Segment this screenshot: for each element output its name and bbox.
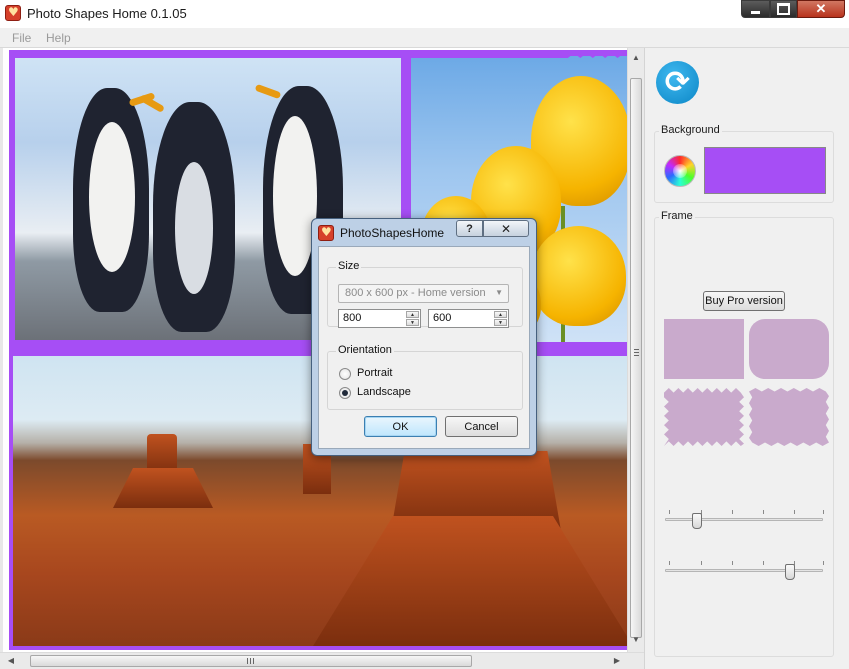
close-button[interactable]: ✕ <box>797 0 845 18</box>
scroll-down-arrow-icon[interactable]: ▼ <box>628 632 644 648</box>
refresh-icon[interactable]: ⟳ <box>656 61 699 104</box>
dialog-title: PhotoShapesHome <box>340 226 445 240</box>
frame-shape-wavy[interactable] <box>749 388 829 446</box>
slider-thumb-1[interactable] <box>692 513 702 529</box>
spin-down-icon[interactable]: ▼ <box>494 319 507 326</box>
size-preset-value: 800 x 600 px - Home version <box>345 287 486 299</box>
chevron-down-icon: ▼ <box>495 288 503 297</box>
width-input[interactable]: 800 ▲ ▼ <box>338 309 421 328</box>
right-panel: ⟳ Background Frame Buy Pro version <box>644 48 849 669</box>
portrait-radio[interactable] <box>339 368 351 380</box>
dialog-help-button[interactable]: ? <box>456 220 483 237</box>
title-bar: Photo Shapes Home 0.1.05 ✕ <box>0 0 849 28</box>
spin-down-icon[interactable]: ▼ <box>406 319 419 326</box>
frame-shape-rectangle[interactable] <box>664 319 744 379</box>
vertical-scroll-thumb[interactable] <box>630 78 642 638</box>
height-input[interactable]: 600 ▲ ▼ <box>428 309 509 328</box>
vertical-scrollbar[interactable]: ▲ ▼ <box>627 48 644 652</box>
width-value: 800 <box>343 312 362 324</box>
minimize-button[interactable] <box>741 0 770 18</box>
app-heart-icon <box>318 225 334 241</box>
app-heart-icon[interactable] <box>5 5 21 21</box>
window-title: Photo Shapes Home 0.1.05 <box>27 6 187 21</box>
menu-bar: File Help <box>0 28 849 48</box>
scroll-left-arrow-icon[interactable]: ◀ <box>3 653 19 669</box>
menu-file[interactable]: File <box>12 31 31 45</box>
portrait-label[interactable]: Portrait <box>357 367 392 379</box>
color-wheel-icon[interactable] <box>664 155 696 187</box>
frame-label: Frame <box>659 210 695 222</box>
background-color-swatch[interactable] <box>704 147 826 194</box>
butte-shape <box>313 516 630 646</box>
background-label: Background <box>659 124 722 136</box>
dialog-body: Size 800 x 600 px - Home version ▼ 800 ▲… <box>318 246 530 449</box>
menu-help[interactable]: Help <box>46 31 71 45</box>
frame-shape-zigzag[interactable] <box>664 388 744 446</box>
height-value: 600 <box>433 312 452 324</box>
cancel-button[interactable]: Cancel <box>445 416 518 437</box>
slider-track-1[interactable] <box>665 518 823 521</box>
spin-up-icon[interactable]: ▲ <box>494 311 507 318</box>
orientation-label: Orientation <box>336 344 394 356</box>
zigzag-edge <box>9 50 630 58</box>
orientation-group <box>327 351 523 410</box>
grip-icon <box>634 349 639 356</box>
frame-shape-rounded[interactable] <box>749 319 829 379</box>
size-preset-select[interactable]: 800 x 600 px - Home version ▼ <box>338 284 509 303</box>
horizontal-scroll-thumb[interactable] <box>30 655 472 667</box>
tulip-shape <box>531 226 626 326</box>
buy-pro-button[interactable]: Buy Pro version <box>703 291 785 311</box>
scroll-up-arrow-icon[interactable]: ▲ <box>628 50 644 66</box>
size-label: Size <box>336 260 362 272</box>
maximize-button[interactable] <box>770 0 797 18</box>
dialog-close-button[interactable]: ✕ <box>483 220 529 237</box>
grip-icon <box>247 658 254 664</box>
slider-track-2[interactable] <box>665 569 823 572</box>
scroll-right-arrow-icon[interactable]: ▶ <box>609 653 625 669</box>
size-dialog: PhotoShapesHome ? ✕ Size 800 x 600 px - … <box>311 218 537 456</box>
ok-button[interactable]: OK <box>364 416 437 437</box>
penguin-shape <box>73 88 156 312</box>
horizontal-scrollbar[interactable]: ◀ ▶ <box>0 652 644 669</box>
penguin-shape <box>138 93 235 332</box>
window-controls: ✕ <box>741 0 845 18</box>
spin-up-icon[interactable]: ▲ <box>406 311 419 318</box>
butte-shape <box>113 468 213 508</box>
slider-thumb-2[interactable] <box>785 564 795 580</box>
landscape-radio[interactable] <box>339 387 351 399</box>
landscape-label[interactable]: Landscape <box>357 386 411 398</box>
